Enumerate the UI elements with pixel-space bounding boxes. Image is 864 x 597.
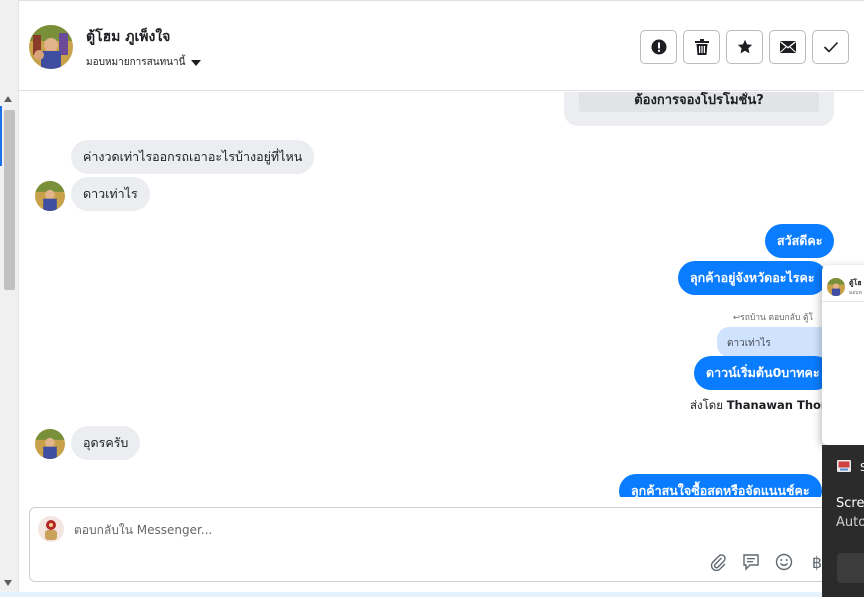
sent-by-prefix: ส่งโดย — [690, 398, 724, 412]
mark-unread-button[interactable] — [769, 30, 806, 64]
outgoing-message[interactable]: สวัสดีคะ — [765, 224, 835, 258]
assign-conversation-dropdown[interactable]: มอบหมายการสนทนานี้ — [86, 55, 202, 70]
star-button[interactable] — [726, 30, 763, 64]
trash-icon — [694, 39, 709, 55]
incoming-message[interactable]: อุดรครับ — [71, 426, 141, 460]
mark-done-button[interactable] — [812, 30, 849, 64]
incoming-message[interactable]: ค่างวดเท่าไรออกรถเอาอะไรบ้างอยู่ที่ไหน — [71, 140, 315, 174]
reply-composer: ฿ — [29, 507, 849, 582]
spam-button[interactable] — [640, 30, 677, 64]
page-avatar — [38, 516, 64, 542]
avatar — [35, 429, 65, 459]
screenshot-app-icon — [837, 460, 851, 472]
sent-by-name: Thanawan Thon — [726, 398, 830, 412]
scroll-up-arrow-icon[interactable] — [4, 96, 12, 102]
promo-question[interactable]: ต้องการจองโปรโมชั่น? — [579, 92, 819, 112]
contact-name: ตู้โฮม ภูเพ็งใจ — [86, 29, 171, 45]
outgoing-message[interactable]: ลุกค้าอยู่จังหวัดอะไรคะ — [678, 261, 827, 295]
envelope-icon — [779, 41, 796, 53]
sent-by-label: ส่งโดย Thanawan Thon — [690, 397, 829, 415]
avatar — [35, 181, 65, 211]
outgoing-message[interactable]: ดาวน์เริ่มต้น0บาทคะ — [694, 356, 832, 390]
scroll-thumb[interactable] — [4, 110, 15, 290]
messenger-inbox: ตู้โฮม ภูเพ็งใจ มอบหมายการสนทนานี้ ต้องก… — [0, 0, 864, 597]
paperclip-icon[interactable] — [708, 552, 728, 572]
avatar[interactable] — [29, 25, 73, 69]
caret-down-icon — [191, 59, 202, 66]
exclamation-icon — [651, 39, 666, 55]
conversation-toolbar — [640, 30, 849, 64]
toast-title: S — [860, 461, 864, 474]
message-thread[interactable]: ต้องการจองโปรโมชั่น? ค่างวดเท่าไรออกรถเอ… — [19, 92, 864, 497]
popup-subtitle: มอบห — [849, 290, 862, 296]
toast-line-1: Scre — [836, 496, 864, 511]
selection-marker — [0, 106, 2, 166]
scroll-down-arrow-icon[interactable] — [4, 580, 12, 586]
emoji-icon[interactable] — [774, 552, 794, 572]
assign-label: มอบหมายการสนทนานี้ — [86, 57, 186, 68]
check-icon — [823, 41, 838, 53]
reply-input[interactable] — [74, 521, 674, 539]
reply-meta-text: รถบ้าน ตอบกลับ ตู้โ — [740, 313, 814, 323]
incoming-message[interactable]: ดาวเท่าไร — [71, 177, 150, 211]
saved-reply-icon[interactable] — [741, 552, 761, 572]
toast-action-button[interactable] — [837, 553, 864, 583]
avatar — [827, 278, 845, 296]
divider — [822, 301, 864, 302]
outgoing-message[interactable]: ลุกค้าสนใจซื้อสดหรือจัดแนนช์คะ — [619, 474, 822, 497]
star-icon — [737, 39, 752, 54]
popup-contact-name: ตู้โฮ — [849, 279, 862, 287]
promo-card: ต้องการจองโปรโมชั่น? — [564, 92, 834, 126]
composer-actions: ฿ — [708, 552, 827, 572]
chat-popup[interactable]: ตู้โฮ มอบห — [822, 265, 864, 445]
conversation-header: ตู้โฮม ภูเพ็งใจ มอบหมายการสนทนานี้ — [19, 0, 864, 91]
scrollbar[interactable] — [0, 0, 19, 597]
delete-button[interactable] — [683, 30, 720, 64]
toast-line-2: Auto — [836, 515, 864, 530]
reply-meta: ↩รถบ้าน ตอบกลับ ตู้โ — [733, 310, 813, 324]
notification-toast[interactable]: S Scre Auto — [822, 445, 864, 597]
bottom-bar — [0, 592, 864, 597]
